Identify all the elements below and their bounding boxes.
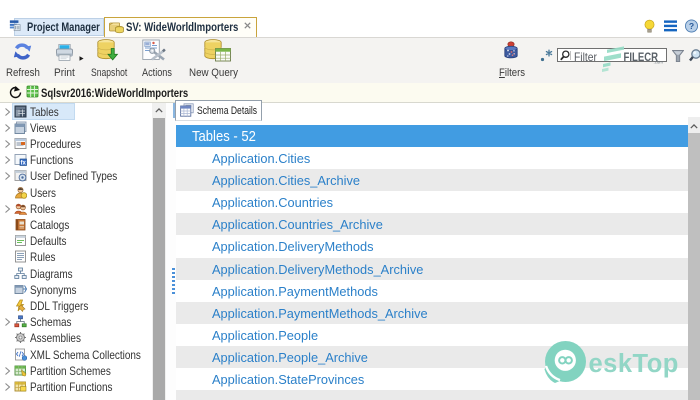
- svg-text:?: ?: [689, 21, 694, 31]
- svg-text:fx: fx: [21, 160, 27, 166]
